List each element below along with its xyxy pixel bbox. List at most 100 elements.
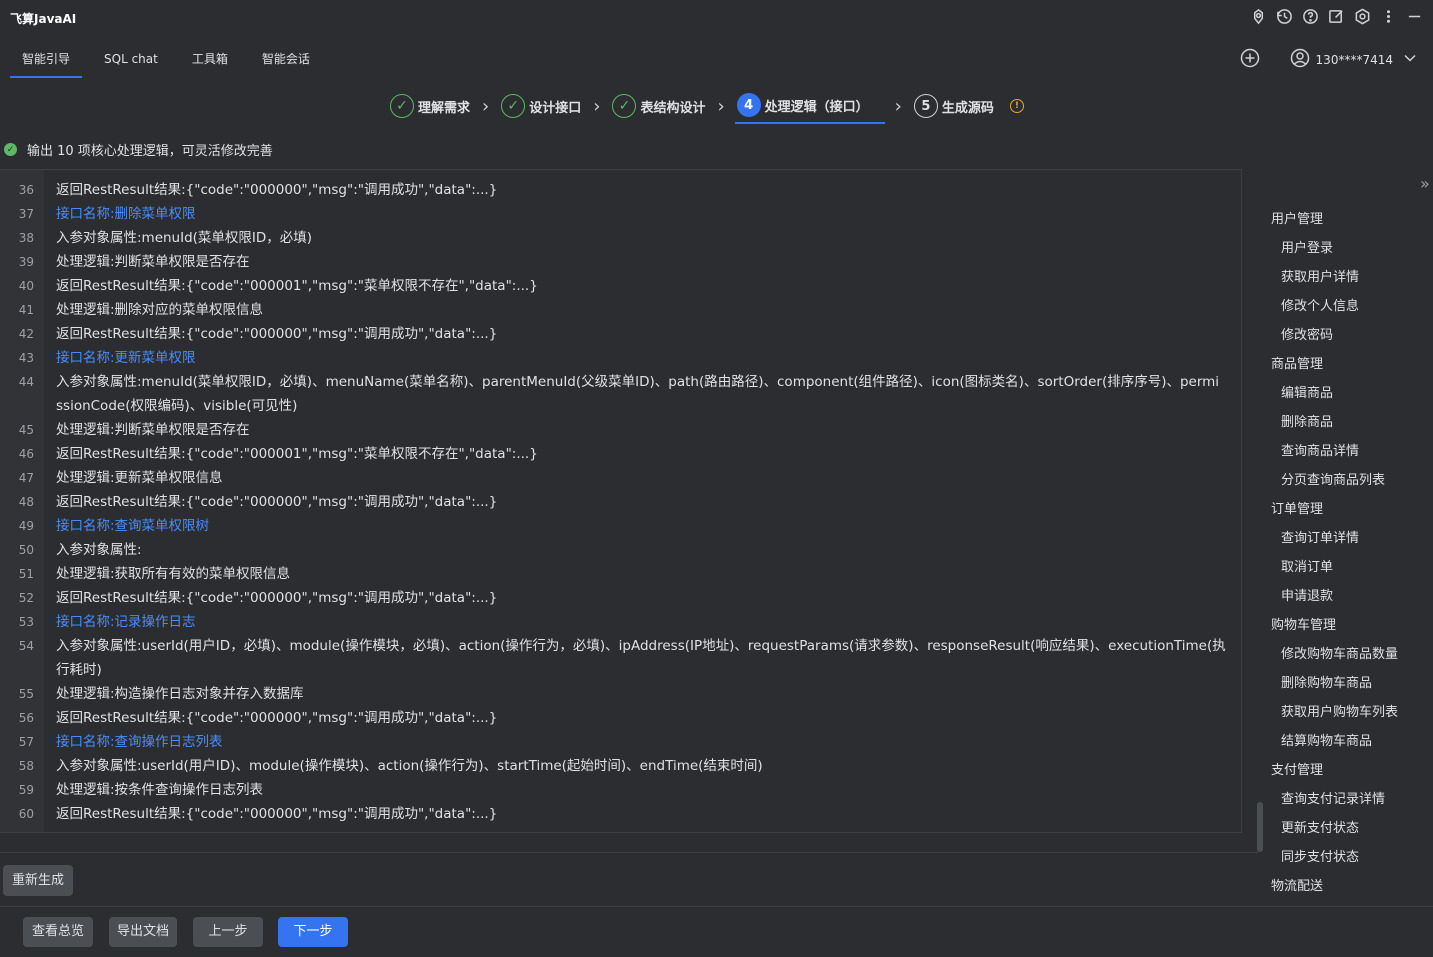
- step-progress: ✓ 理解需求 › ✓ 设计接口 › ✓ 表结构设计 › 4 处理逻辑（接口） ›…: [388, 88, 1024, 124]
- line-text: 接口名称:更新菜单权限: [56, 350, 196, 366]
- interface-name-line[interactable]: 53 接口名称:记录操作日志: [0, 610, 1240, 634]
- code-line[interactable]: 41 处理逻辑:删除对应的菜单权限信息: [0, 298, 1240, 322]
- code-line[interactable]: 46 返回RestResult结果:{"code":"000001","msg":…: [0, 442, 1240, 466]
- code-line[interactable]: 47 处理逻辑:更新菜单权限信息: [0, 466, 1240, 490]
- code-line[interactable]: 39 处理逻辑:判断菜单权限是否存在: [0, 250, 1240, 274]
- user-phone[interactable]: 130****7414: [1316, 53, 1393, 67]
- line-text: 接口名称:查询菜单权限树: [56, 518, 210, 534]
- code-line[interactable]: 36 返回RestResult结果:{"code":"000000","msg":…: [0, 178, 1240, 202]
- code-line[interactable]: 55 处理逻辑:构造操作日志对象并存入数据库: [0, 682, 1240, 706]
- code-line[interactable]: 52 返回RestResult结果:{"code":"000000","msg":…: [0, 586, 1240, 610]
- nav-item[interactable]: 查询商品详情: [1262, 437, 1433, 466]
- tab-smart-chat[interactable]: 智能会话: [250, 44, 322, 78]
- add-icon[interactable]: [1240, 48, 1260, 71]
- line-text: 返回RestResult结果:{"code":"000000","msg":"调…: [56, 182, 498, 198]
- collapse-panel-icon[interactable]: »: [1420, 174, 1430, 193]
- tab-smart-guide[interactable]: 智能引导: [10, 44, 83, 78]
- step-generate-source[interactable]: 5 生成源码: [912, 88, 996, 124]
- help-icon[interactable]: [1301, 7, 1319, 25]
- line-number: 41: [18, 303, 34, 317]
- step-table-design[interactable]: ✓ 表结构设计: [610, 88, 707, 124]
- edit-icon[interactable]: [1327, 7, 1345, 25]
- step-design-interface[interactable]: ✓ 设计接口: [499, 88, 583, 124]
- interface-name-line[interactable]: 37 接口名称:删除菜单权限: [0, 202, 1240, 226]
- nav-group[interactable]: 购物车管理: [1262, 611, 1433, 640]
- nav-item[interactable]: 申请退款: [1262, 582, 1433, 611]
- nav-item[interactable]: 同步支付状态: [1262, 843, 1433, 872]
- code-line[interactable]: 51 处理逻辑:获取所有有效的菜单权限信息: [0, 562, 1240, 586]
- step-number: 4: [736, 93, 761, 117]
- nav-item[interactable]: 删除商品: [1262, 408, 1433, 437]
- line-number: 43: [18, 351, 34, 365]
- line-number: 56: [18, 711, 34, 725]
- previous-step-button[interactable]: 上一步: [193, 917, 263, 947]
- code-line[interactable]: 42 返回RestResult结果:{"code":"000000","msg":…: [0, 322, 1240, 346]
- nav-item[interactable]: 修改密码: [1262, 321, 1433, 350]
- app-title: 飞算JavaAI: [10, 12, 77, 26]
- settings-icon[interactable]: [1353, 7, 1371, 25]
- step-label: 理解需求: [418, 100, 471, 116]
- logic-editor[interactable]: 36 返回RestResult结果:{"code":"000000","msg":…: [0, 169, 1242, 833]
- nav-item[interactable]: 结算购物车商品: [1262, 727, 1433, 756]
- check-icon: ✓: [612, 94, 637, 118]
- next-step-button[interactable]: 下一步: [278, 917, 348, 947]
- nav-group[interactable]: 物流配送: [1262, 872, 1433, 901]
- user-avatar-icon[interactable]: [1290, 48, 1310, 71]
- nav-item[interactable]: 获取用户详情: [1262, 263, 1433, 292]
- feedback-icon[interactable]: [1249, 7, 1267, 25]
- view-overview-button[interactable]: 查看总览: [23, 917, 93, 947]
- step-processing-logic[interactable]: 4 处理逻辑（接口）: [734, 88, 885, 124]
- code-line[interactable]: 59 处理逻辑:按条件查询操作日志列表: [0, 778, 1240, 802]
- step-understand-requirements[interactable]: ✓ 理解需求: [388, 88, 472, 124]
- code-line[interactable]: 60 返回RestResult结果:{"code":"000000","msg":…: [0, 802, 1240, 826]
- line-number: 44: [18, 375, 34, 389]
- interface-name-line[interactable]: 57 接口名称:查询操作日志列表: [0, 730, 1240, 754]
- line-number: 58: [18, 759, 34, 773]
- nav-item[interactable]: 分页查询商品列表: [1262, 466, 1433, 495]
- nav-group[interactable]: 订单管理: [1262, 495, 1433, 524]
- footer-actions: 查看总览 导出文档 上一步 下一步: [23, 917, 348, 947]
- nav-item[interactable]: 修改个人信息: [1262, 292, 1433, 321]
- chevron-down-icon[interactable]: [1403, 51, 1417, 68]
- code-line[interactable]: 38 入参对象属性:menuId(菜单权限ID，必填): [0, 226, 1240, 250]
- check-icon: ✓: [390, 94, 414, 118]
- code-line[interactable]: 45 处理逻辑:判断菜单权限是否存在: [0, 418, 1240, 442]
- nav-item[interactable]: 删除购物车商品: [1262, 669, 1433, 698]
- nav-item[interactable]: 用户登录: [1262, 234, 1433, 263]
- nav-item[interactable]: 修改购物车商品数量: [1262, 640, 1433, 669]
- nav-item[interactable]: 编辑商品: [1262, 379, 1433, 408]
- code-line[interactable]: 56 返回RestResult结果:{"code":"000000","msg":…: [0, 706, 1240, 730]
- success-check-icon: ✓: [4, 143, 17, 156]
- tab-toolbox[interactable]: 工具箱: [180, 44, 240, 78]
- code-line[interactable]: 58 入参对象属性:userId(用户ID)、module(操作模块)、actio…: [0, 754, 1240, 778]
- nav-group[interactable]: 商品管理: [1262, 350, 1433, 379]
- line-text: 入参对象属性:: [56, 542, 142, 558]
- line-number: 45: [18, 423, 34, 437]
- regenerate-button[interactable]: 重新生成: [3, 865, 73, 896]
- nav-item[interactable]: 更新支付状态: [1262, 814, 1433, 843]
- nav-item[interactable]: 查询订单详情: [1262, 524, 1433, 553]
- nav-item[interactable]: 获取用户购物车列表: [1262, 698, 1433, 727]
- code-line[interactable]: 44 入参对象属性:menuId(菜单权限ID，必填)、menuName(菜单名称…: [0, 370, 1240, 418]
- interface-name-line[interactable]: 43 接口名称:更新菜单权限: [0, 346, 1240, 370]
- code-line[interactable]: 40 返回RestResult结果:{"code":"000001","msg":…: [0, 274, 1240, 298]
- info-warning-icon[interactable]: !: [1009, 99, 1024, 113]
- code-line[interactable]: 48 返回RestResult结果:{"code":"000000","msg":…: [0, 490, 1240, 514]
- code-line[interactable]: 50 入参对象属性:: [0, 538, 1240, 562]
- nav-group[interactable]: 支付管理: [1262, 756, 1433, 785]
- export-document-button[interactable]: 导出文档: [109, 917, 177, 947]
- nav-item[interactable]: 查询支付记录详情: [1262, 785, 1433, 814]
- nav-group[interactable]: 用户管理: [1262, 205, 1433, 234]
- minimize-icon[interactable]: [1405, 7, 1423, 25]
- line-number: 40: [18, 279, 34, 293]
- line-number: 38: [18, 231, 34, 245]
- code-line[interactable]: 54 入参对象属性:userId(用户ID，必填)、module(操作模块，必填)…: [0, 634, 1240, 682]
- more-icon[interactable]: [1379, 7, 1397, 25]
- history-icon[interactable]: [1275, 7, 1293, 25]
- line-number: 48: [18, 495, 34, 509]
- tab-sql-chat[interactable]: SQL chat: [92, 44, 170, 78]
- nav-item[interactable]: 取消订单: [1262, 553, 1433, 582]
- interface-outline-nav: 用户管理 用户登录 获取用户详情 修改个人信息 修改密码 商品管理 编辑商品 删除商品 查询商品…: [1262, 205, 1433, 901]
- chevron-right-icon: ›: [482, 95, 490, 117]
- interface-name-line[interactable]: 49 接口名称:查询菜单权限树: [0, 514, 1240, 538]
